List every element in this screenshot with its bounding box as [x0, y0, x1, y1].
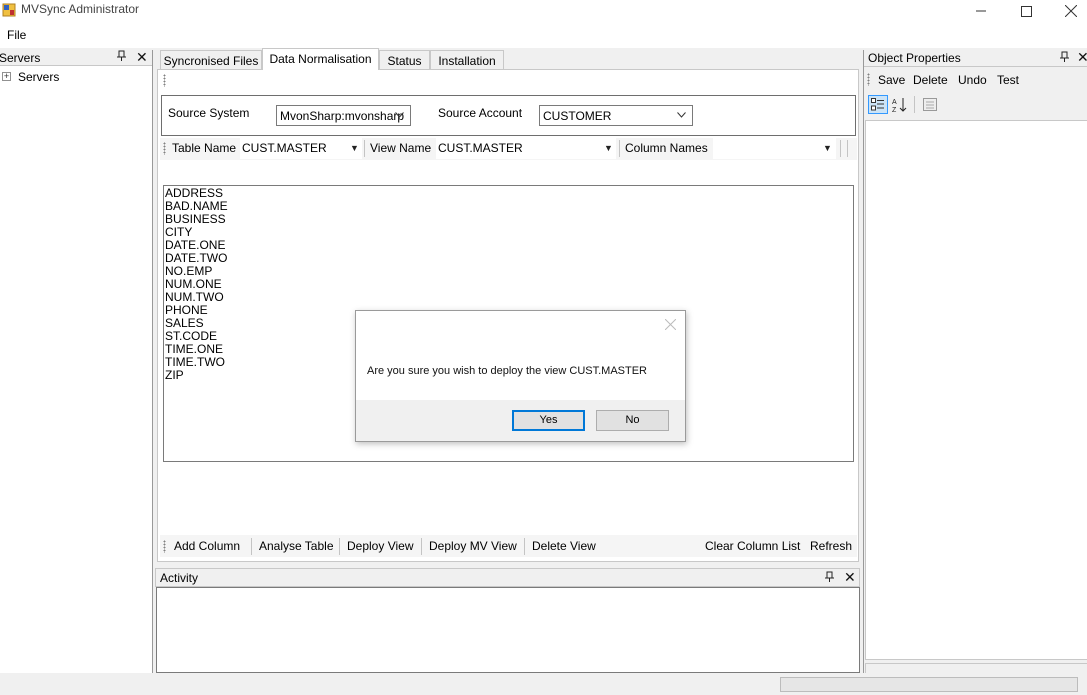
source-selection-box: Source System MvonSharp:mvonsharp Source…	[161, 95, 856, 136]
toolbar-grip	[163, 540, 166, 553]
maximize-icon	[1020, 5, 1032, 17]
delete-button[interactable]: Delete	[913, 73, 948, 87]
close-panel-icon[interactable]: ✕	[844, 569, 856, 586]
dialog-footer: Yes No	[356, 400, 685, 441]
table-name-label: Table Name	[172, 141, 237, 155]
chevron-down-icon	[677, 109, 686, 121]
minimize-icon	[976, 10, 986, 12]
view-name-combo[interactable]: CUST.MASTER ▼	[436, 138, 616, 159]
source-system-combo[interactable]: MvonSharp:mvonsharp	[276, 105, 411, 126]
tab-installation[interactable]: Installation	[430, 50, 504, 69]
deploy-view-button[interactable]: Deploy View	[347, 539, 413, 553]
clear-column-list-button[interactable]: Clear Column List	[705, 539, 800, 553]
toolbar-separator	[251, 538, 252, 555]
pin-icon[interactable]	[1060, 51, 1069, 66]
minimize-button[interactable]	[958, 0, 1004, 22]
source-system-value: MvonSharp:mvonsharp	[280, 109, 405, 123]
confirm-deploy-dialog: Are you sure you wish to deploy the view…	[355, 310, 686, 442]
servers-panel-header: Servers ✕	[0, 49, 152, 66]
view-toolbar: Table Name CUST.MASTER ▼ View Name CUST.…	[160, 138, 857, 160]
source-account-combo[interactable]: CUSTOMER	[539, 105, 693, 126]
toolbar-separator	[421, 538, 422, 555]
column-names-label: Column Names	[625, 141, 708, 155]
tree-expand-icon[interactable]: +	[2, 72, 11, 81]
close-panel-icon[interactable]: ✕	[136, 49, 148, 66]
source-account-label: Source Account	[438, 106, 523, 120]
properties-toolbar: Save Delete Undo Test	[864, 70, 1087, 90]
toolbar-grip	[163, 74, 166, 87]
object-properties-header: Object Properties ✕	[864, 49, 1087, 67]
toolbar-separator	[339, 538, 340, 555]
toolbar-separator	[847, 140, 848, 157]
tree-node-servers[interactable]: Servers	[18, 70, 59, 84]
activity-panel: Activity ✕	[155, 568, 860, 673]
sort-alphabetical-icon: A Z	[892, 97, 907, 113]
source-system-label: Source System	[168, 106, 250, 120]
close-window-button[interactable]	[1048, 0, 1087, 22]
list-item[interactable]: ZIP	[165, 369, 184, 382]
no-button[interactable]: No	[596, 410, 669, 431]
add-column-button[interactable]: Add Column	[174, 539, 240, 553]
servers-panel-title: Servers	[0, 51, 41, 65]
activity-panel-title: Activity	[160, 571, 199, 585]
analyse-table-button[interactable]: Analyse Table	[259, 539, 334, 553]
column-names-combo[interactable]: ▼	[713, 138, 836, 159]
actions-toolbar: Add Column Analyse Table Deploy View Dep…	[160, 535, 857, 557]
svg-text:Z: Z	[892, 107, 897, 113]
status-bar	[0, 673, 1087, 695]
source-account-value: CUSTOMER	[543, 109, 612, 123]
maximize-button[interactable]	[1003, 0, 1049, 22]
toolbar-separator	[524, 538, 525, 555]
refresh-button[interactable]: Refresh	[810, 539, 852, 553]
categorized-view-button[interactable]	[868, 95, 888, 114]
window-title: MVSync Administrator	[21, 2, 140, 16]
close-icon[interactable]	[664, 317, 677, 334]
app-icon	[2, 3, 16, 17]
dialog-message: Are you sure you wish to deploy the view…	[367, 365, 648, 377]
close-panel-icon[interactable]: ✕	[1077, 49, 1087, 66]
dropdown-arrow-icon: ▼	[604, 143, 613, 153]
deploy-mv-view-button[interactable]: Deploy MV View	[429, 539, 517, 553]
pin-icon[interactable]	[117, 50, 126, 65]
menu-bar: File	[0, 22, 1087, 48]
table-name-combo[interactable]: CUST.MASTER ▼	[240, 138, 362, 159]
svg-text:A: A	[892, 99, 897, 106]
dropdown-arrow-icon: ▼	[350, 143, 359, 153]
yes-button[interactable]: Yes	[512, 410, 585, 431]
categorized-icon	[871, 98, 884, 111]
chevron-down-icon	[395, 109, 404, 121]
toolbar-grip	[867, 73, 870, 86]
object-properties-title: Object Properties	[868, 51, 961, 65]
property-pages-icon	[923, 98, 937, 111]
toolbar-separator	[364, 140, 365, 157]
undo-button[interactable]: Undo	[958, 73, 987, 87]
dropdown-arrow-icon: ▼	[823, 143, 832, 153]
view-name-label: View Name	[370, 141, 432, 155]
close-icon	[1065, 5, 1077, 17]
toolbar-grip	[163, 142, 166, 155]
title-bar: MVSync Administrator	[0, 0, 1087, 22]
toolbar-separator	[840, 140, 841, 157]
activity-log[interactable]	[156, 587, 860, 673]
toolbar-separator	[914, 96, 915, 113]
servers-panel: Servers ✕ + Servers	[0, 49, 153, 673]
tab-syncronised-files[interactable]: Syncronised Files	[160, 50, 262, 69]
save-button[interactable]: Save	[878, 73, 905, 87]
delete-view-button[interactable]: Delete View	[532, 539, 596, 553]
object-properties-panel: Object Properties ✕ Save Delete Undo Tes…	[863, 49, 1087, 695]
menu-file[interactable]: File	[7, 28, 26, 42]
tab-status[interactable]: Status	[379, 50, 430, 69]
toolbar-separator	[619, 140, 620, 157]
alphabetical-view-button[interactable]: A Z	[890, 95, 910, 114]
table-name-value: CUST.MASTER	[242, 141, 327, 155]
tab-data-normalisation[interactable]: Data Normalisation	[262, 48, 379, 70]
property-grid-toolbar: A Z	[864, 93, 1087, 117]
pin-icon[interactable]	[825, 571, 834, 586]
property-grid[interactable]	[865, 120, 1087, 660]
view-name-value: CUST.MASTER	[438, 141, 523, 155]
activity-panel-header: Activity ✕	[155, 568, 860, 587]
property-pages-button[interactable]	[920, 95, 940, 114]
test-button[interactable]: Test	[997, 73, 1019, 87]
status-progress-bar	[780, 677, 1078, 692]
